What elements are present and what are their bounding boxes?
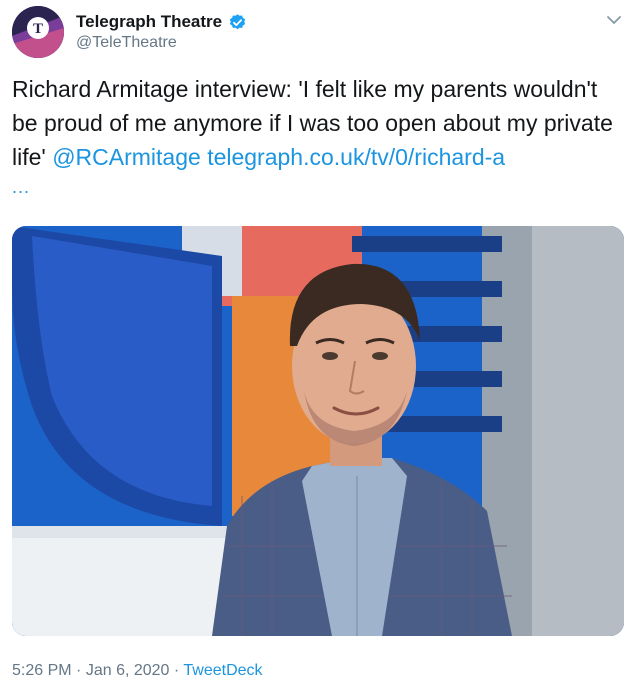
tweet-date[interactable]: Jan 6, 2020: [86, 662, 170, 679]
display-name[interactable]: Telegraph Theatre: [76, 12, 222, 32]
tweet-time[interactable]: 5:26 PM: [12, 662, 72, 679]
meta-separator: ·: [76, 662, 82, 679]
tweet-source[interactable]: TweetDeck: [183, 662, 262, 679]
mention-link[interactable]: @RCArmitage: [52, 144, 201, 170]
verified-badge-icon: [230, 13, 246, 29]
article-link[interactable]: telegraph.co.uk/tv/0/richard-a: [207, 144, 505, 170]
meta-separator-2: ·: [173, 662, 180, 679]
link-ellipsis[interactable]: ...: [12, 177, 30, 198]
tweet-header: T Telegraph Theatre @TeleTheatre: [12, 6, 628, 62]
name-row: Telegraph Theatre: [76, 12, 247, 32]
telegraph-logo-icon: T: [12, 6, 64, 58]
portrait-photo: [12, 226, 624, 636]
tweet-meta: 5:26 PM · Jan 6, 2020 · TweetDeck: [12, 662, 263, 680]
tweet-text: Richard Armitage interview: 'I felt like…: [12, 72, 628, 174]
avatar-letter: T: [33, 21, 43, 37]
handle[interactable]: @TeleTheatre: [76, 34, 177, 52]
avatar[interactable]: T: [12, 6, 64, 58]
tweet-photo[interactable]: [12, 226, 624, 636]
chevron-down-icon[interactable]: [604, 10, 624, 30]
